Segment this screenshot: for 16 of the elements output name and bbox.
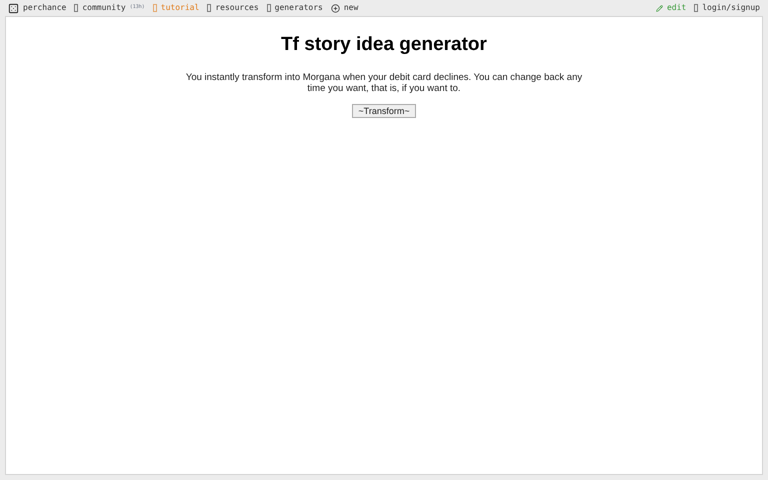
nav-link[interactable]: generators bbox=[266, 2, 323, 14]
pencil-icon bbox=[656, 4, 663, 12]
missing-glyph-icon bbox=[694, 4, 698, 12]
nav-link[interactable]: new bbox=[330, 2, 358, 14]
nav-link[interactable]: login/signup bbox=[694, 2, 760, 14]
missing-glyph-icon bbox=[152, 4, 157, 12]
page-title: Tf story idea generator bbox=[281, 33, 487, 57]
transform-button[interactable]: ~Transform~ bbox=[352, 104, 416, 118]
nav-link[interactable]: resources bbox=[207, 2, 259, 14]
story-idea-text: You instantly transform into Morgana when your debit card declines. You can change back any time you want, that is, if you want to. bbox=[184, 72, 584, 94]
dice-icon bbox=[8, 2, 19, 14]
missing-glyph-icon bbox=[266, 4, 271, 12]
missing-glyph-icon bbox=[207, 4, 212, 12]
nav-link[interactable]: perchance bbox=[8, 2, 66, 14]
missing-glyph-icon bbox=[74, 4, 78, 12]
plus-icon bbox=[330, 4, 340, 12]
